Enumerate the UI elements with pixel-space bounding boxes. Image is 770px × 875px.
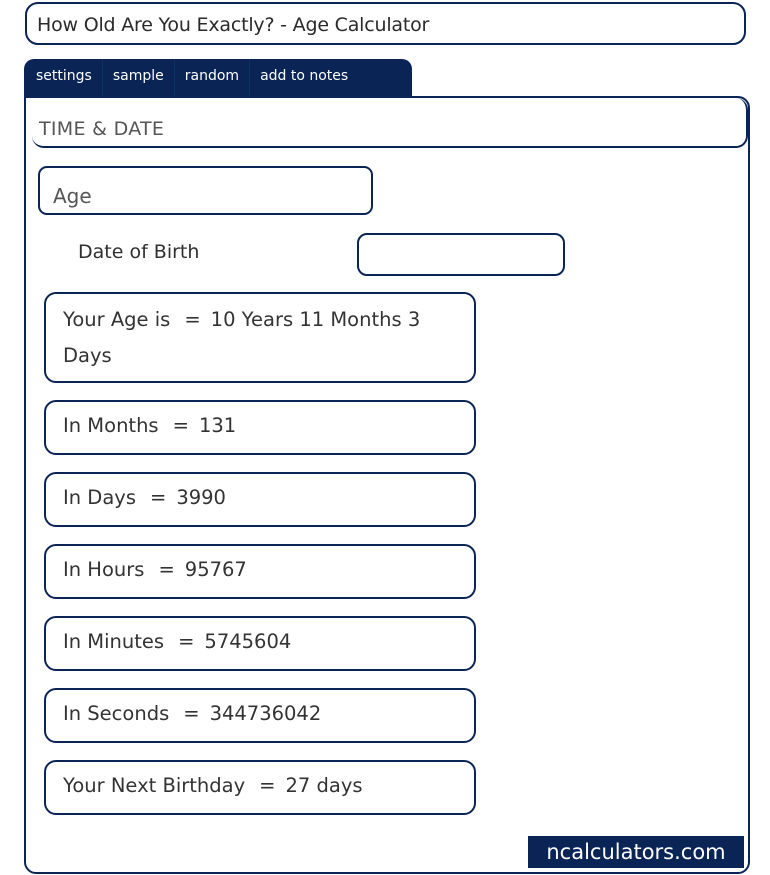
- calculator-name: Age: [53, 184, 92, 208]
- date-of-birth-input[interactable]: [357, 233, 565, 276]
- result-label: Your Age is: [63, 308, 171, 331]
- result-label: Your Next Birthday: [63, 774, 246, 797]
- result-label: In Months: [63, 414, 159, 437]
- equals-sign: =: [183, 702, 200, 725]
- result-value: 131: [198, 414, 237, 437]
- result-months: In Months = 131: [44, 400, 476, 455]
- result-label: In Minutes: [63, 630, 165, 653]
- result-value: 5745604: [204, 630, 292, 653]
- result-age: Your Age is = 10 Years 11 Months 3 Days: [44, 292, 476, 383]
- equals-sign: =: [178, 630, 195, 653]
- result-days: In Days = 3990: [44, 472, 476, 527]
- equals-sign: =: [184, 308, 201, 331]
- section-title: TIME & DATE: [39, 118, 165, 140]
- page-title: How Old Are You Exactly? - Age Calculato…: [37, 14, 430, 36]
- result-hours: In Hours = 95767: [44, 544, 476, 599]
- equals-sign: =: [149, 486, 167, 509]
- equals-sign: =: [259, 774, 276, 797]
- tab-settings[interactable]: settings: [24, 59, 103, 96]
- tab-sample[interactable]: sample: [103, 59, 175, 96]
- result-value: 95767: [184, 558, 247, 581]
- result-label: In Days: [63, 486, 136, 509]
- result-value: 344736042: [209, 702, 322, 725]
- section-header: TIME & DATE: [32, 98, 748, 148]
- equals-sign: =: [172, 414, 189, 437]
- result-label: In Hours: [63, 558, 145, 581]
- brand-logo[interactable]: ncalculators.com: [528, 836, 744, 868]
- result-minutes: In Minutes = 5745604: [44, 616, 476, 671]
- result-next-birthday: Your Next Birthday = 27 days: [44, 760, 476, 815]
- page-title-bar: How Old Are You Exactly? - Age Calculato…: [25, 2, 746, 45]
- result-value: 3990: [176, 486, 226, 509]
- date-of-birth-label: Date of Birth: [78, 241, 200, 263]
- tab-random[interactable]: random: [175, 59, 251, 96]
- result-label: In Seconds: [63, 702, 170, 725]
- result-value: 27 days: [285, 774, 363, 797]
- equals-sign: =: [158, 558, 175, 581]
- tab-add-to-notes[interactable]: add to notes: [250, 59, 358, 96]
- result-seconds: In Seconds = 344736042: [44, 688, 476, 743]
- calculator-panel: TIME & DATE Age Date of Birth Your Age i…: [24, 96, 750, 874]
- toolbar-tabs: settings sample random add to notes: [24, 59, 412, 96]
- calculator-name-box: Age: [38, 166, 373, 215]
